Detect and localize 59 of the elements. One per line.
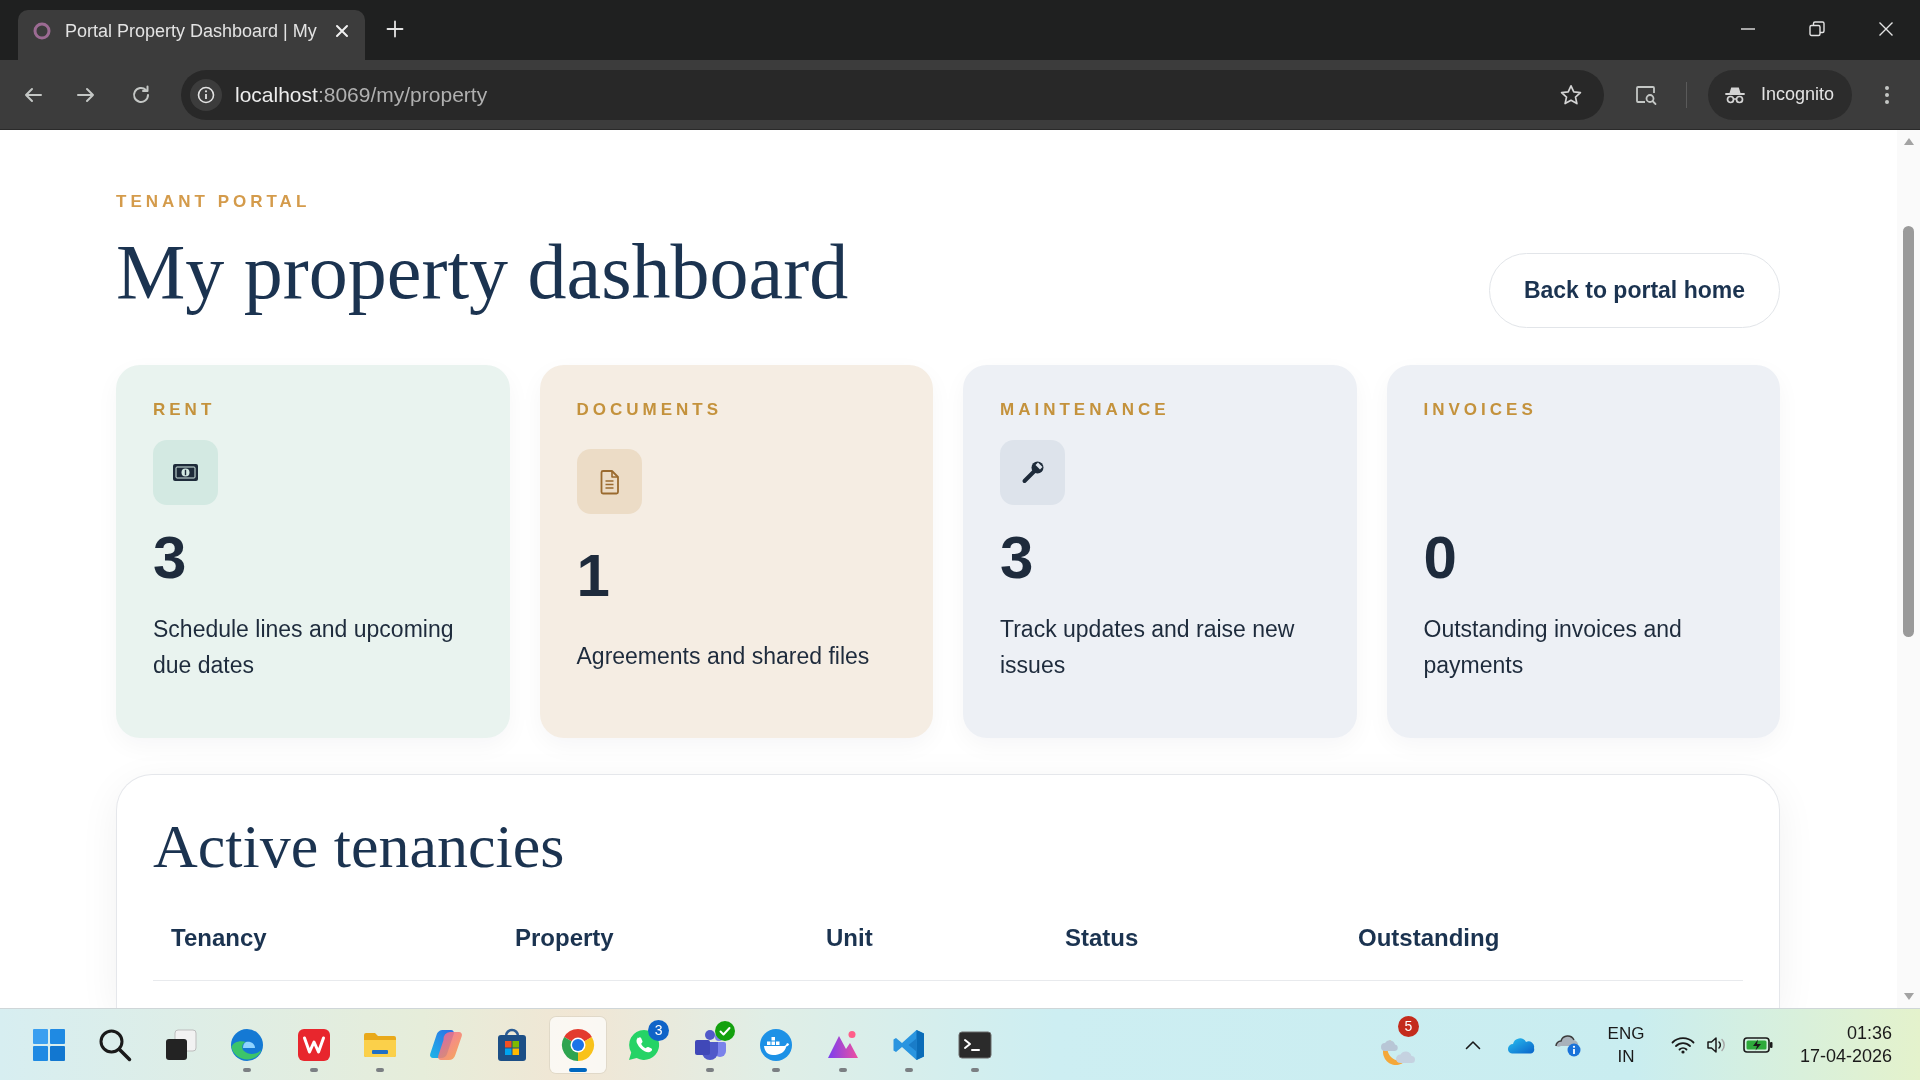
browser-tab[interactable]: Portal Property Dashboard | My [18,10,365,60]
clock-button[interactable]: 01:36 17-04-2026 [1783,1021,1892,1068]
star-icon[interactable] [1559,82,1583,107]
banknote-icon [153,440,218,505]
card-count: 1 [576,543,610,609]
language-button[interactable]: ENG IN [1604,1021,1648,1068]
alert-count-badge: 5 [1398,1015,1419,1037]
speaker-icon[interactable] [1706,1034,1728,1055]
card-description: Track updates and raise new issues [1000,615,1296,680]
more-menu-icon[interactable] [1884,84,1890,105]
overlapping-squares-icon [163,1026,200,1063]
portal-home-button[interactable]: Back to portal home [1488,253,1780,328]
summary-card[interactable]: RENT 3 Schedule lines and upcoming due dates [116,365,510,738]
battery-charging-icon[interactable] [1743,1035,1773,1054]
card-count: 3 [1000,525,1034,591]
wrench-icon [1000,440,1065,505]
restore-icon[interactable] [1808,21,1825,37]
section-title: Active tenancies [153,812,566,880]
zigzag-tile-icon [295,1026,332,1063]
cloud-info-icon[interactable] [1554,1032,1582,1057]
column-header: Status [1064,923,1140,953]
card-description: Agreements and shared files [576,642,870,671]
column-header: Property [514,923,615,953]
segmented-circle-icon [560,1026,596,1063]
column-header: Outstanding [1357,923,1501,953]
summary-card[interactable]: DOCUMENTS 1 Agreements and shared files [539,365,933,738]
whale-icon [758,1026,795,1063]
incognito-button[interactable]: Incognito [1708,69,1852,120]
chevron-up-icon[interactable] [1465,1039,1481,1050]
info-icon[interactable] [190,78,222,111]
summary-card[interactable]: INVOICES 0 Outstanding invoices and payments [1386,365,1780,738]
address-bar[interactable]: localhost:8069/my/property [181,69,1604,120]
document-icon [576,449,642,514]
close-icon[interactable] [335,24,349,38]
summary-card[interactable]: MAINTENANCE 3 Track updates and raise new issues [963,365,1357,738]
swirl-icon [229,1026,266,1063]
column-header: Unit [825,923,874,953]
scrollbar-thumb[interactable] [1903,226,1914,637]
column-header: Tenancy [170,923,268,953]
cloud-icon[interactable] [1507,1035,1535,1054]
taskbar-button[interactable]: 3 [616,1016,673,1073]
card-description: Schedule lines and upcoming due dates [153,615,455,680]
unread-count-badge: 3 [648,1019,670,1041]
card-label: RENT [153,400,217,420]
page-title: My property dashboard [116,229,849,315]
section-eyebrow: TENANT PORTAL [116,192,312,212]
reload-icon[interactable] [130,83,152,106]
card-count: 0 [1423,525,1457,591]
ring-icon [32,21,52,41]
card-label: DOCUMENTS [576,400,724,420]
four-squares-icon [31,1026,67,1063]
card-count: 3 [153,525,187,591]
card-label: MAINTENANCE [1000,400,1171,420]
close-icon[interactable] [1877,21,1894,37]
card-label: INVOICES [1423,400,1538,420]
plus-icon[interactable] [386,20,404,38]
check-badge-icon [715,1020,736,1041]
card-description: Outstanding invoices and payments [1423,615,1683,680]
wifi-icon[interactable] [1671,1035,1695,1054]
